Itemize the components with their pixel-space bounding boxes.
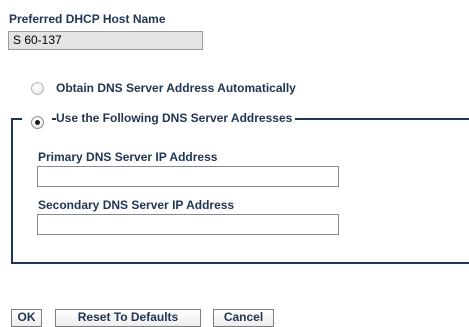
obtain-dns-automatically-radio[interactable] <box>31 82 44 95</box>
primary-dns-label: Primary DNS Server IP Address <box>38 150 218 164</box>
use-following-dns-label[interactable]: Use the Following DNS Server Addresses <box>56 111 296 125</box>
reset-to-defaults-button[interactable]: Reset To Defaults <box>55 309 201 327</box>
secondary-dns-input[interactable] <box>37 214 339 235</box>
use-following-dns-radio[interactable] <box>31 116 44 129</box>
radio-selected-dot <box>35 120 40 125</box>
cancel-button[interactable]: Cancel <box>213 309 274 327</box>
host-name-field[interactable]: S 60-137 <box>8 31 203 50</box>
host-name-label: Preferred DHCP Host Name <box>9 12 166 26</box>
primary-dns-input[interactable] <box>37 166 339 187</box>
dns-manual-fieldset <box>11 118 469 264</box>
obtain-dns-automatically-label[interactable]: Obtain DNS Server Address Automatically <box>56 81 296 95</box>
ok-button[interactable]: OK <box>11 309 42 327</box>
secondary-dns-label: Secondary DNS Server IP Address <box>38 198 235 212</box>
dhcp-dns-settings-panel: Preferred DHCP Host Name S 60-137 Obtain… <box>0 0 469 327</box>
